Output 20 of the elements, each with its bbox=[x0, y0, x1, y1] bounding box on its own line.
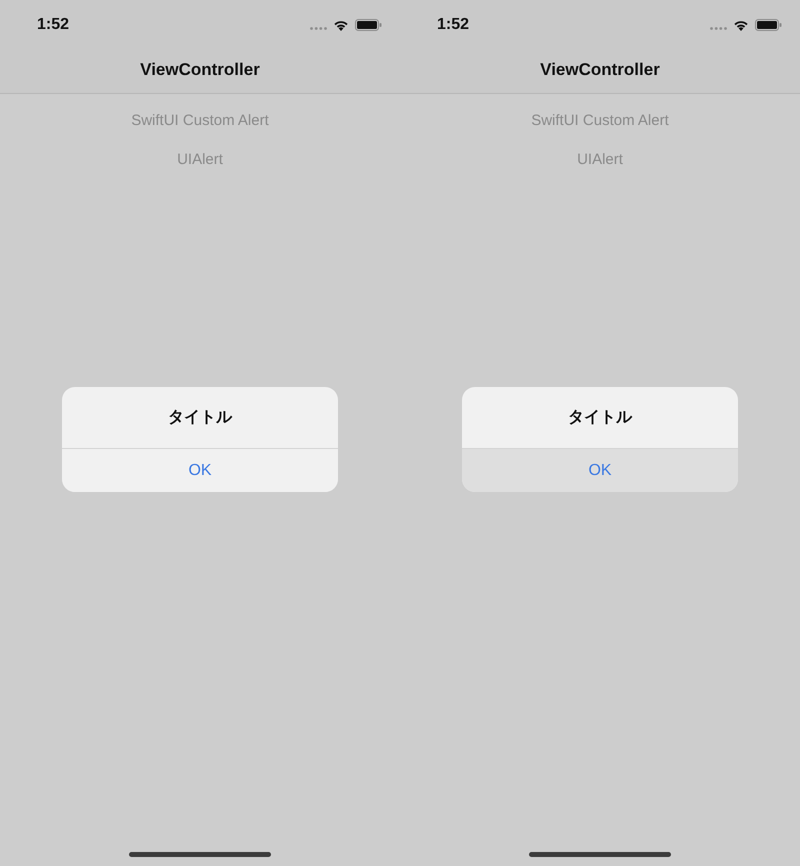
nav-title: ViewController bbox=[140, 59, 260, 82]
status-time: 1:52 bbox=[437, 15, 470, 35]
alert-ok-button[interactable]: OK bbox=[62, 448, 338, 492]
battery-icon bbox=[755, 19, 782, 31]
text-button[interactable]: UIAlert bbox=[577, 149, 623, 170]
text-button[interactable]: SwiftUI Custom Alert bbox=[531, 110, 669, 131]
text-button[interactable]: SwiftUI Custom Alert bbox=[131, 110, 269, 131]
wifi-icon bbox=[333, 19, 349, 31]
alert-title: タイトル bbox=[168, 408, 232, 428]
signal-dots-icon bbox=[710, 26, 727, 30]
battery-icon bbox=[355, 19, 382, 31]
text-button[interactable]: UIAlert bbox=[177, 149, 223, 170]
alert-ok-button[interactable]: OK bbox=[462, 448, 738, 492]
wifi-icon bbox=[733, 19, 749, 31]
status-time: 1:52 bbox=[37, 15, 70, 35]
nav-title: ViewController bbox=[540, 59, 660, 82]
signal-dots-icon bbox=[310, 26, 327, 30]
home-indicator[interactable] bbox=[129, 852, 271, 857]
home-indicator[interactable] bbox=[529, 852, 671, 857]
alert-title: タイトル bbox=[568, 408, 632, 428]
